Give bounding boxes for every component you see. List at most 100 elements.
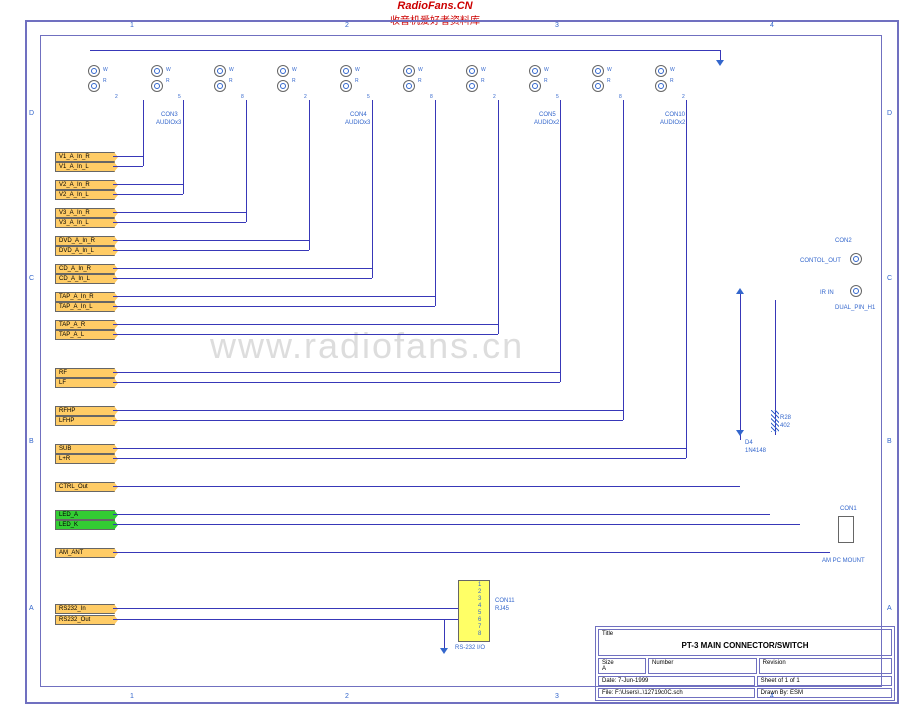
wire	[113, 608, 460, 609]
ic-pin-num: 3	[478, 596, 481, 602]
wire	[113, 166, 143, 167]
wire	[113, 250, 309, 251]
diode-icon	[736, 430, 744, 436]
wire	[113, 524, 800, 525]
drawn-lbl: Drawn By:	[761, 690, 789, 696]
grid-row-Br: B	[887, 438, 892, 445]
wire	[113, 156, 143, 157]
audio-connector: WR2	[274, 62, 329, 107]
net-label: DVD_A_In_R	[55, 236, 115, 246]
rj45-ic	[458, 580, 490, 642]
ic-pin-num: 7	[478, 624, 481, 630]
grid-row-B: B	[29, 438, 34, 445]
file-val: F:\Users\..\12719c0C.sch	[615, 690, 683, 696]
net-label: LF	[55, 378, 115, 388]
wire	[113, 382, 560, 383]
wire	[113, 194, 183, 195]
arrow-icon	[736, 288, 744, 294]
ampc-label: AM PC MOUNT	[822, 558, 865, 564]
rev-lbl: Revision	[759, 658, 892, 674]
header-title: RadioFans.CN	[390, 0, 480, 12]
sheet-val: 1 of 1	[785, 678, 800, 684]
audio-connector: WR5	[526, 62, 581, 107]
grid-col-1: 1	[130, 22, 134, 29]
wire	[560, 100, 561, 382]
grid-col-2b: 2	[345, 693, 349, 700]
wire	[113, 458, 686, 459]
conn-name: AUDIOx3	[156, 120, 181, 126]
wire	[113, 296, 435, 297]
title-block: TitlePT-3 MAIN CONNECTOR/SWITCH SizeANum…	[595, 626, 895, 701]
wire	[113, 486, 740, 487]
net-label: AM_ANT	[55, 548, 115, 558]
net-label: TAP_A_In_L	[55, 302, 115, 312]
net-label: SUB	[55, 444, 115, 454]
wire	[246, 100, 247, 222]
grid-col-2: 2	[345, 22, 349, 29]
wire	[143, 100, 144, 166]
con1-label: CON1	[840, 506, 857, 512]
wire	[113, 334, 498, 335]
wire	[113, 222, 246, 223]
net-label: V3_A_In_R	[55, 208, 115, 218]
grid-row-Dr: D	[887, 110, 892, 117]
con1-jack	[838, 516, 854, 543]
r28-val: 402	[780, 423, 790, 429]
net-label: RS232_In	[55, 604, 115, 614]
ic-pin-num: 1	[478, 582, 481, 588]
audio-connector: WR5	[148, 62, 203, 107]
net-label: V1_A_In_L	[55, 162, 115, 172]
wire	[113, 410, 623, 411]
wire	[183, 100, 184, 194]
conn-name: AUDIOx2	[534, 120, 559, 126]
audio-connector: WR8	[211, 62, 266, 107]
ic-pin-num: 2	[478, 589, 481, 595]
ir-in-label: IR IN	[820, 290, 834, 296]
ic-pin-num: 8	[478, 631, 481, 637]
wire	[113, 448, 686, 449]
drawn-val: ESM	[790, 690, 803, 696]
net-label: V2_A_In_L	[55, 190, 115, 200]
net-label: TAP_A_In_R	[55, 292, 115, 302]
net-label: LED_A	[55, 510, 115, 520]
audio-connector: WR5	[337, 62, 392, 107]
conn-ref: CON3	[161, 112, 178, 118]
ic-pin-num: 5	[478, 610, 481, 616]
conn-name: AUDIOx3	[345, 120, 370, 126]
grid-col-3b: 3	[555, 693, 559, 700]
net-label: V2_A_In_R	[55, 180, 115, 190]
conn-name: AUDIOx2	[660, 120, 685, 126]
title-lbl: Title	[602, 631, 613, 637]
grid-row-A: A	[29, 605, 34, 612]
audio-connector: WR8	[589, 62, 644, 107]
wire	[113, 268, 372, 269]
number-lbl: Number	[648, 658, 757, 674]
audio-connector: WR2	[85, 62, 140, 107]
ic-pin-num: 4	[478, 603, 481, 609]
grid-row-Ar: A	[887, 605, 892, 612]
net-label: CTRL_Out	[55, 482, 115, 492]
date-lbl: Date:	[602, 678, 616, 684]
conn-ref: CON5	[539, 112, 556, 118]
con2-label: CON2	[835, 238, 852, 244]
date-val: 7-Jun-1999	[618, 678, 648, 684]
wire	[113, 212, 246, 213]
wire	[113, 420, 623, 421]
resistor-icon	[771, 410, 779, 432]
ic-pin-num: 6	[478, 617, 481, 623]
conn-ref: CON4	[350, 112, 367, 118]
net-label: DVD_A_In_L	[55, 246, 115, 256]
net-label: V1_A_In_R	[55, 152, 115, 162]
wire	[623, 100, 624, 420]
net-label: L+R	[55, 454, 115, 464]
audio-connector: WR8	[400, 62, 455, 107]
schematic-title: PT-3 MAIN CONNECTOR/SWITCH	[602, 637, 888, 654]
d4-ref: D4	[745, 440, 753, 446]
wire	[90, 50, 720, 51]
rs232io-label: RS-232 I/O	[455, 645, 485, 651]
watermark: www.radiofans.cn	[210, 325, 524, 367]
grid-row-D: D	[29, 110, 34, 117]
grid-row-C: C	[29, 275, 34, 282]
gnd-icon	[716, 60, 724, 66]
wire	[740, 290, 741, 440]
